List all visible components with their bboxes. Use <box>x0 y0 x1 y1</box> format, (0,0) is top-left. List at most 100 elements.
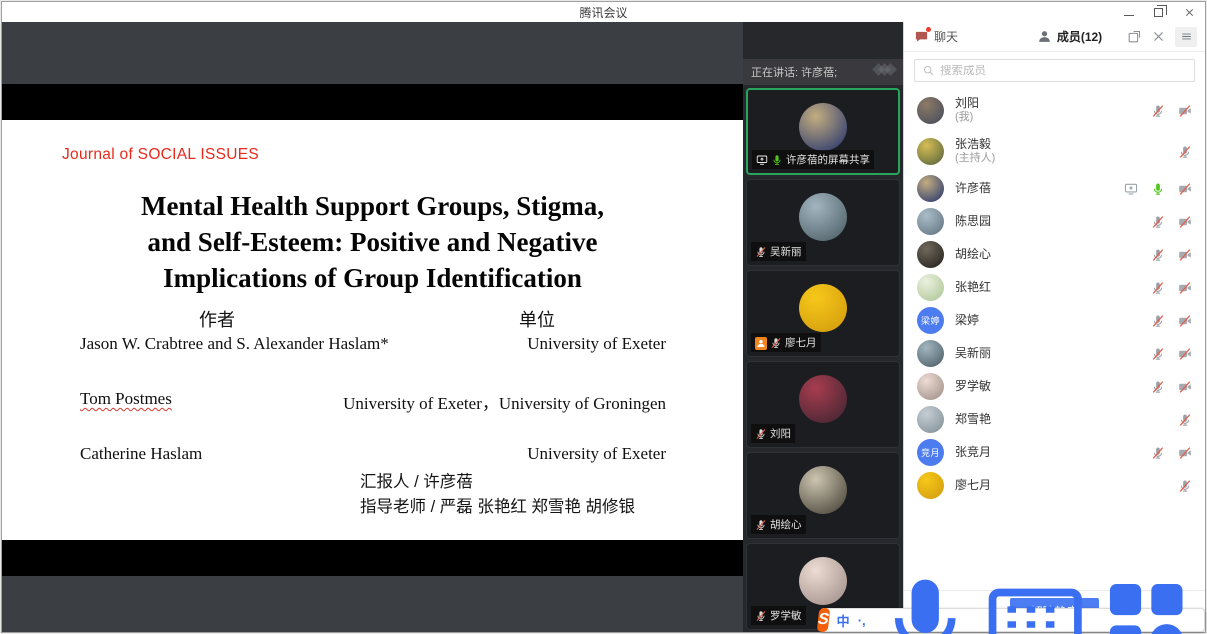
author-name: Catherine Haslam <box>80 444 202 466</box>
tab-chat[interactable]: 聊天 <box>904 22 1012 51</box>
member-name: 张浩毅 <box>955 137 995 152</box>
video-tile[interactable]: 廖七月 <box>746 270 900 357</box>
member-name: 刘阳 <box>955 96 979 111</box>
member-name: 陈思园 <box>955 214 991 229</box>
close-icon[interactable] <box>1183 6 1195 18</box>
member-status-icons <box>1151 104 1192 118</box>
presentation-slide: Journal of SOCIAL ISSUES Mental Health S… <box>2 120 743 540</box>
member-avatar <box>917 274 944 301</box>
minimize-icon[interactable] <box>1124 9 1134 16</box>
mic-muted-light-icon <box>755 519 767 531</box>
mic-muted-icon <box>1151 248 1165 262</box>
member-name: 廖七月 <box>955 478 991 493</box>
member-row[interactable]: 罗学敏 <box>917 370 1192 403</box>
mic-muted-icon <box>1178 413 1192 427</box>
mic-muted-icon <box>1151 104 1165 118</box>
main-area: Journal of SOCIAL ISSUES Mental Health S… <box>2 22 1205 632</box>
author-name: Jason W. Crabtree and S. Alexander Hasla… <box>80 334 389 356</box>
member-row[interactable]: 廖七月 <box>917 469 1192 502</box>
member-row[interactable]: 梁婷梁婷 <box>917 304 1192 337</box>
member-name: 罗学敏 <box>955 379 991 394</box>
video-tile[interactable]: 胡绘心 <box>746 452 900 539</box>
member-search-box <box>914 59 1195 82</box>
member-row[interactable]: 张浩毅(主持人) <box>917 131 1192 172</box>
video-tile[interactable]: 刘阳 <box>746 361 900 448</box>
participant-avatar <box>799 284 847 332</box>
ime-keyboard-icon[interactable] <box>984 569 1086 634</box>
member-row[interactable]: 张艳红 <box>917 271 1192 304</box>
member-status-icons <box>1178 479 1192 493</box>
member-row[interactable]: 刘阳(我) <box>917 90 1192 131</box>
member-avatar <box>917 340 944 367</box>
cam-off-icon <box>1178 446 1192 460</box>
member-text: 陈思园 <box>955 214 991 229</box>
tile-name-label: 许彦蓓的屏幕共享 <box>752 150 874 169</box>
slide-title-line: and Self-Esteem: Positive and Negative <box>2 224 743 260</box>
member-row[interactable]: 竞月张竞月 <box>917 436 1192 469</box>
member-avatar <box>917 373 944 400</box>
mic-muted-icon <box>1151 314 1165 328</box>
video-strip: 正在讲话: 许彦蓓; 许彦蓓的屏幕共享吴新丽廖七月刘阳胡绘心罗学敏 <box>743 22 903 632</box>
member-text: 许彦蓓 <box>955 181 991 196</box>
mic-muted-light-icon <box>755 428 767 440</box>
member-role: (我) <box>955 111 979 125</box>
ime-language-mode[interactable]: 中 <box>837 611 850 630</box>
search-input[interactable] <box>940 65 1187 77</box>
mic-muted-light-icon <box>755 246 767 258</box>
member-row[interactable]: 胡绘心 <box>917 238 1192 271</box>
mic-muted-light-icon <box>770 337 782 349</box>
sogou-ime-bar: S 中 ·, <box>820 608 1205 632</box>
participant-avatar <box>799 557 847 605</box>
chat-icon <box>914 29 929 44</box>
member-text: 张浩毅(主持人) <box>955 137 995 166</box>
tile-name-label: 吴新丽 <box>751 242 806 261</box>
author-affiliation: University of Exeter <box>527 444 666 466</box>
member-avatar: 梁婷 <box>917 307 944 334</box>
author-column-header: 作者 <box>152 306 282 332</box>
video-tiles: 许彦蓓的屏幕共享吴新丽廖七月刘阳胡绘心罗学敏 <box>743 85 903 630</box>
member-avatar <box>917 241 944 268</box>
member-name: 梁婷 <box>955 313 979 328</box>
author-row: Tom PostmesUniversity of Exeter，Universi… <box>80 389 666 411</box>
member-row[interactable]: 许彦蓓 <box>917 172 1192 205</box>
sogou-logo-icon[interactable]: S <box>817 608 830 632</box>
tab-members[interactable]: 成员(12) <box>1012 22 1127 51</box>
tile-participant-name: 刘阳 <box>770 426 791 441</box>
ime-mic-icon[interactable] <box>874 569 976 634</box>
restore-icon[interactable] <box>1154 8 1163 17</box>
presenter-block: 汇报人 / 许彦蓓 指导老师 / 严磊 张艳红 郑雪艳 胡修银 <box>360 470 635 520</box>
slide-title-line: Implications of Group Identification <box>2 260 743 296</box>
member-row[interactable]: 郑雪艳 <box>917 403 1192 436</box>
strip-spacer <box>743 22 903 59</box>
video-tile[interactable]: 许彦蓓的屏幕共享 <box>746 88 900 175</box>
cam-off-icon <box>1178 281 1192 295</box>
member-status-icons <box>1151 446 1192 460</box>
slide-title: Mental Health Support Groups, Stigma, an… <box>2 188 743 296</box>
advisor-line: 指导老师 / 严磊 张艳红 郑雪艳 胡修银 <box>360 495 635 520</box>
window-controls <box>1124 2 1195 22</box>
member-name: 胡绘心 <box>955 247 991 262</box>
tile-name-label: 胡绘心 <box>751 515 806 534</box>
tab-members-label: 成员(12) <box>1057 28 1102 45</box>
ime-punctuation-icon[interactable]: ·, <box>858 613 866 628</box>
member-text: 胡绘心 <box>955 247 991 262</box>
mic-muted-icon <box>1178 145 1192 159</box>
mic-on-icon <box>1151 182 1165 196</box>
member-name: 吴新丽 <box>955 346 991 361</box>
ime-toolbox-icon[interactable] <box>1095 569 1197 634</box>
mic-muted-icon <box>1151 446 1165 460</box>
author-row: Jason W. Crabtree and S. Alexander Hasla… <box>80 334 666 356</box>
member-row[interactable]: 吴新丽 <box>917 337 1192 370</box>
popout-panel-icon[interactable] <box>1127 29 1142 44</box>
slide-letterbox-top <box>2 84 743 120</box>
panel-menu-button[interactable] <box>1175 27 1197 47</box>
cam-off-icon <box>1178 182 1192 196</box>
member-row[interactable]: 陈思园 <box>917 205 1192 238</box>
presenter-line: 汇报人 / 许彦蓓 <box>360 470 635 495</box>
close-panel-icon[interactable] <box>1151 29 1166 44</box>
mic-muted-icon <box>1151 347 1165 361</box>
cam-off-icon <box>1178 215 1192 229</box>
video-tile[interactable]: 吴新丽 <box>746 179 900 266</box>
member-text: 郑雪艳 <box>955 412 991 427</box>
member-text: 刘阳(我) <box>955 96 979 125</box>
